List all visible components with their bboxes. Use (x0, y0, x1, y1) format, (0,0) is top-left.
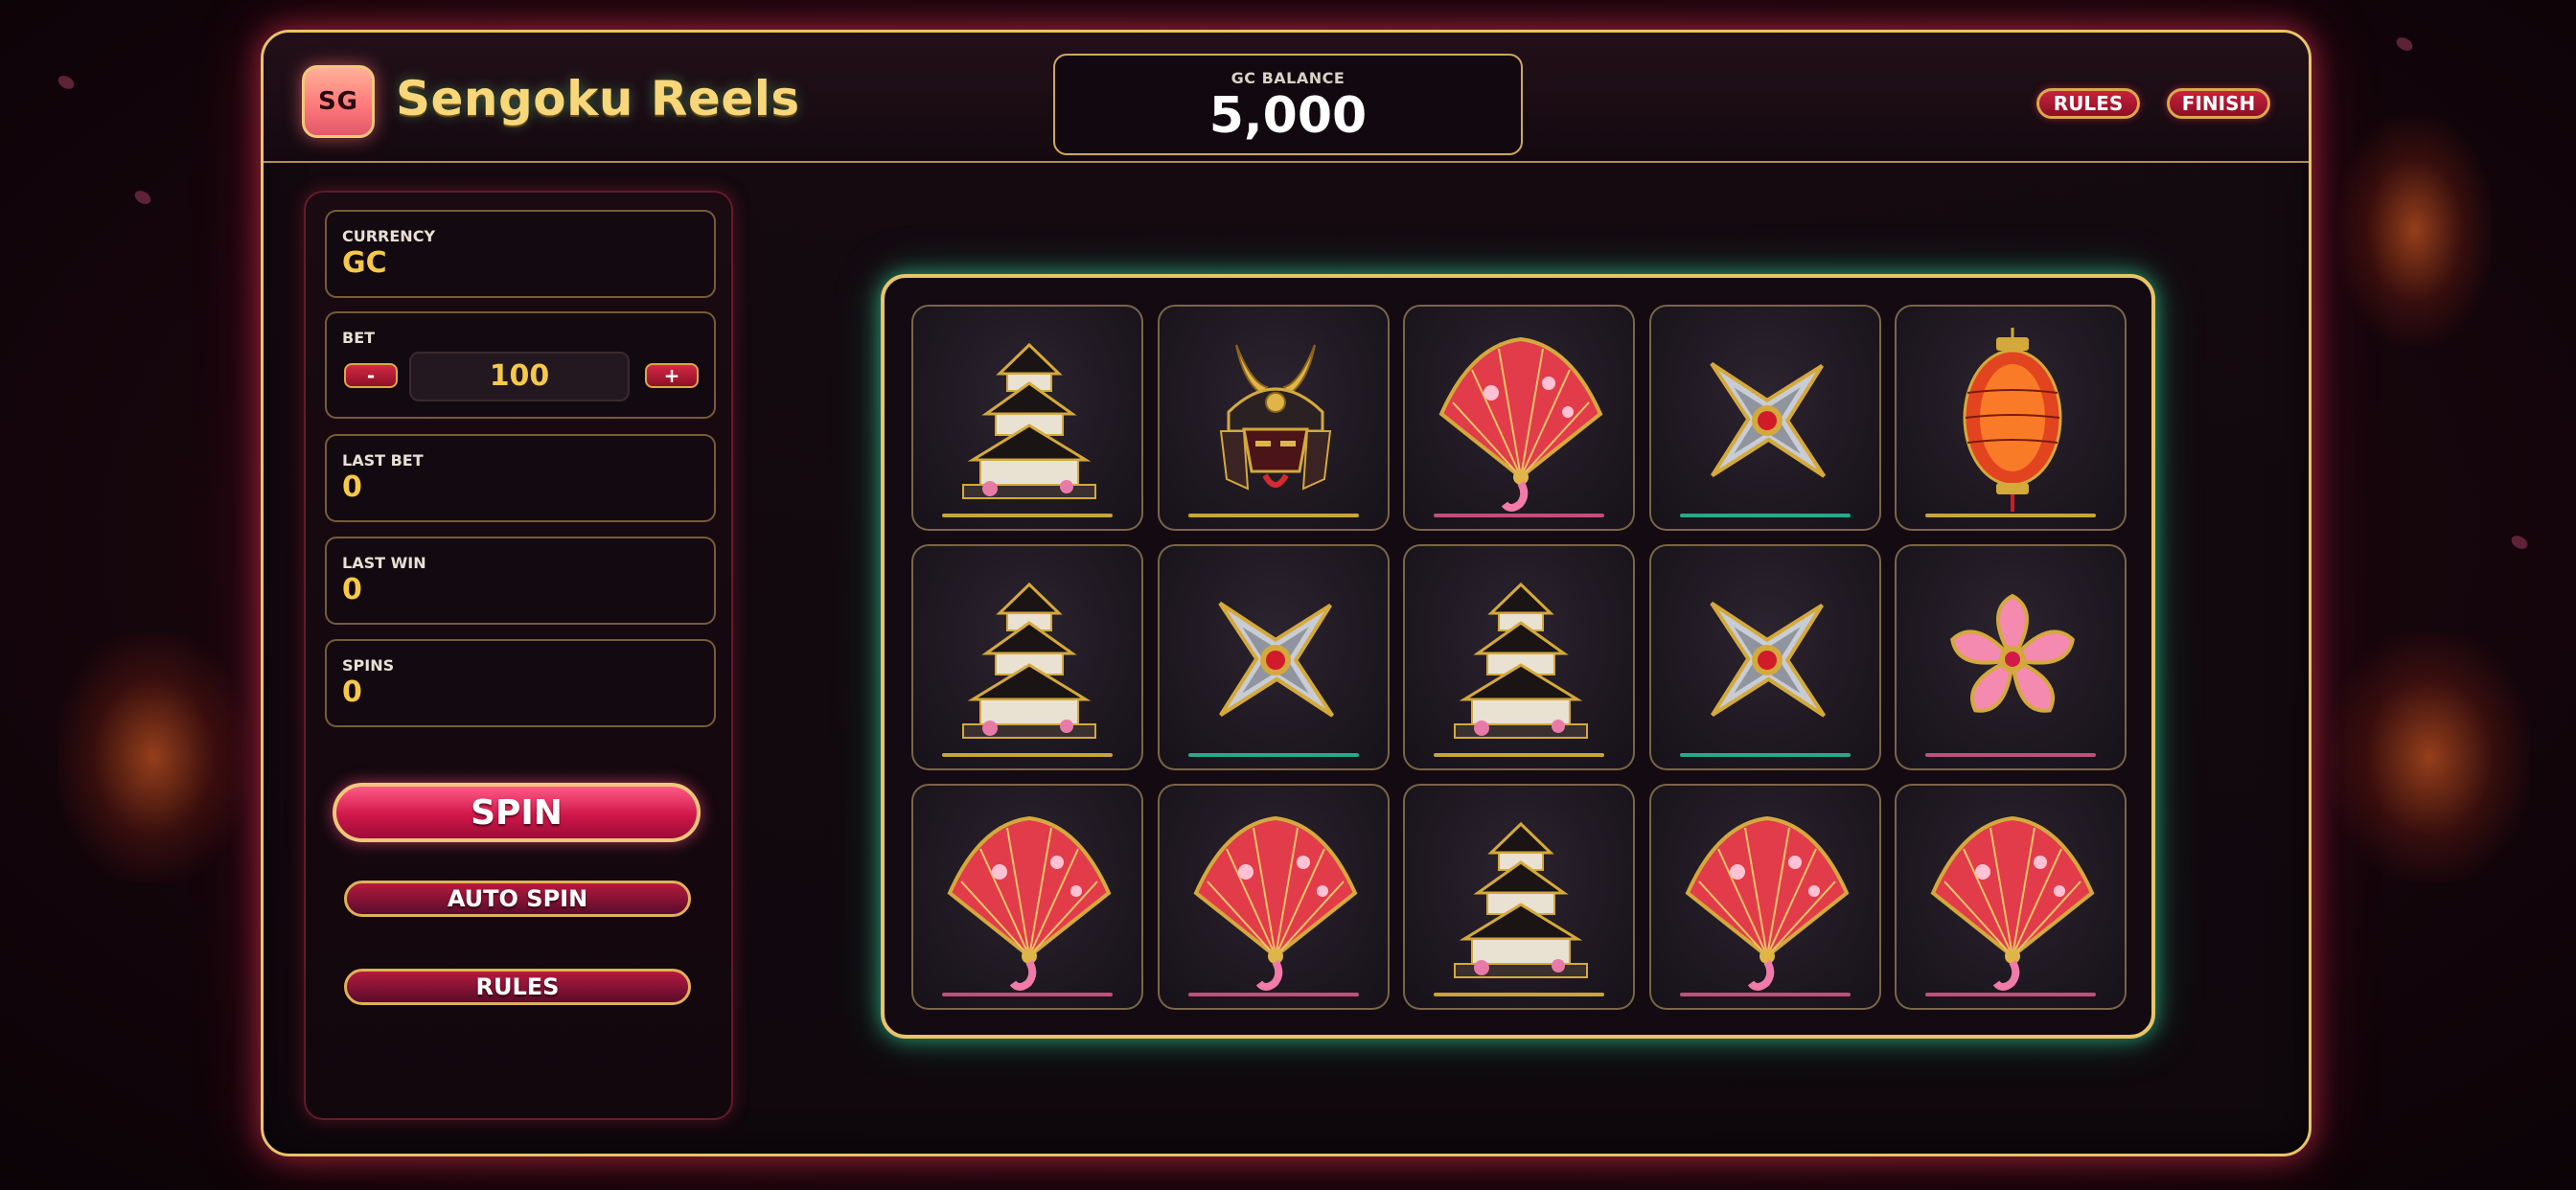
currency-label: CURRENCY (342, 227, 436, 245)
castle-icon (1454, 582, 1588, 739)
app-title: Sengoku Reels (396, 71, 800, 126)
background-lantern-right (2338, 115, 2492, 345)
bet-decrease-button[interactable]: - (344, 363, 398, 388)
reel-cell (1403, 544, 1635, 770)
last-bet-label: LAST BET (342, 451, 424, 469)
symbol-underline (1679, 993, 1851, 996)
logo-badge: SG (302, 65, 375, 138)
currency-box: CURRENCY GC (325, 210, 716, 298)
reel-cell (1157, 784, 1390, 1010)
fan-icon (1193, 815, 1357, 991)
finish-button[interactable]: FINISH (2167, 88, 2270, 119)
symbol-underline (1434, 514, 1604, 517)
reel-cell (1895, 544, 2127, 770)
last-win-label: LAST WIN (342, 554, 426, 572)
bet-label: BET (342, 329, 376, 347)
background-petal (2509, 533, 2530, 552)
symbol-underline (1187, 514, 1359, 517)
rules-panel-button[interactable]: RULES (344, 969, 691, 1005)
symbol-underline (942, 993, 1113, 996)
reel-cell (911, 305, 1143, 531)
spins-label: SPINS (342, 656, 395, 675)
background-lantern-right-lower (2329, 632, 2530, 881)
fan-icon (1438, 336, 1603, 512)
shuriken-icon (1709, 361, 1826, 478)
currency-value: GC (342, 246, 387, 280)
reel-cell (1648, 305, 1881, 531)
symbol-underline (1187, 993, 1359, 996)
bet-box: BET - 100 + (325, 311, 716, 419)
fan-icon (1930, 815, 2095, 991)
symbol-underline (1187, 753, 1359, 757)
castle-icon (962, 582, 1096, 739)
shuriken-icon (1709, 601, 1826, 718)
fan-icon (947, 815, 1112, 991)
symbol-underline (942, 753, 1113, 757)
bet-input[interactable]: 100 (409, 352, 630, 401)
fan-icon (1685, 815, 1849, 991)
reel-cell (1648, 784, 1881, 1010)
symbol-underline (1434, 753, 1604, 757)
symbol-underline (1925, 753, 2096, 757)
side-panel: CURRENCY GC BET - 100 + LAST BET 0 LAST … (304, 191, 733, 1120)
symbol-underline (1925, 514, 2096, 517)
lantern-icon (1963, 328, 2062, 512)
symbol-underline (942, 514, 1113, 517)
background-lantern-left (58, 632, 249, 881)
symbol-underline (1434, 993, 1604, 996)
reel-cell (1157, 544, 1390, 770)
symbol-underline (1679, 514, 1851, 517)
game-frame: SG Sengoku Reels GC BALANCE 5,000 RULES … (261, 30, 2312, 1156)
reel-grid (881, 274, 2155, 1039)
sakura-icon (1950, 593, 2075, 713)
reel-cell (1895, 784, 2127, 1010)
reel-cell (911, 784, 1143, 1010)
last-win-box: LAST WIN 0 (325, 537, 716, 625)
symbol-underline (1925, 993, 2096, 996)
background-petal (2394, 34, 2415, 54)
balance-box: GC BALANCE 5,000 (1053, 54, 1523, 155)
symbol-underline (1679, 753, 1851, 757)
reel-cell (1895, 305, 2127, 531)
top-bar: SG Sengoku Reels GC BALANCE 5,000 RULES … (264, 33, 2309, 163)
balance-label: GC BALANCE (1230, 69, 1346, 87)
castle-icon (962, 342, 1096, 499)
shuriken-icon (1217, 601, 1334, 718)
last-bet-box: LAST BET 0 (325, 434, 716, 522)
reel-cell (1403, 784, 1635, 1010)
samurai-helmet-icon (1219, 344, 1331, 491)
spins-value: 0 (342, 675, 362, 709)
spins-box: SPINS 0 (325, 639, 716, 727)
bet-increase-button[interactable]: + (645, 363, 699, 388)
reel-cell (911, 544, 1143, 770)
last-win-value: 0 (342, 573, 362, 606)
balance-value: 5,000 (1208, 87, 1368, 145)
logo-badge-text: SG (317, 87, 359, 116)
reel-cell (1648, 544, 1881, 770)
reel-cell (1403, 305, 1635, 531)
background-petal (132, 188, 153, 207)
spin-button[interactable]: SPIN (333, 783, 701, 842)
rules-header-button[interactable]: RULES (2036, 88, 2140, 119)
auto-spin-button[interactable]: AUTO SPIN (344, 881, 691, 917)
last-bet-value: 0 (342, 470, 362, 504)
background-petal (56, 73, 77, 92)
castle-icon (1454, 821, 1588, 978)
reel-cell (1157, 305, 1390, 531)
